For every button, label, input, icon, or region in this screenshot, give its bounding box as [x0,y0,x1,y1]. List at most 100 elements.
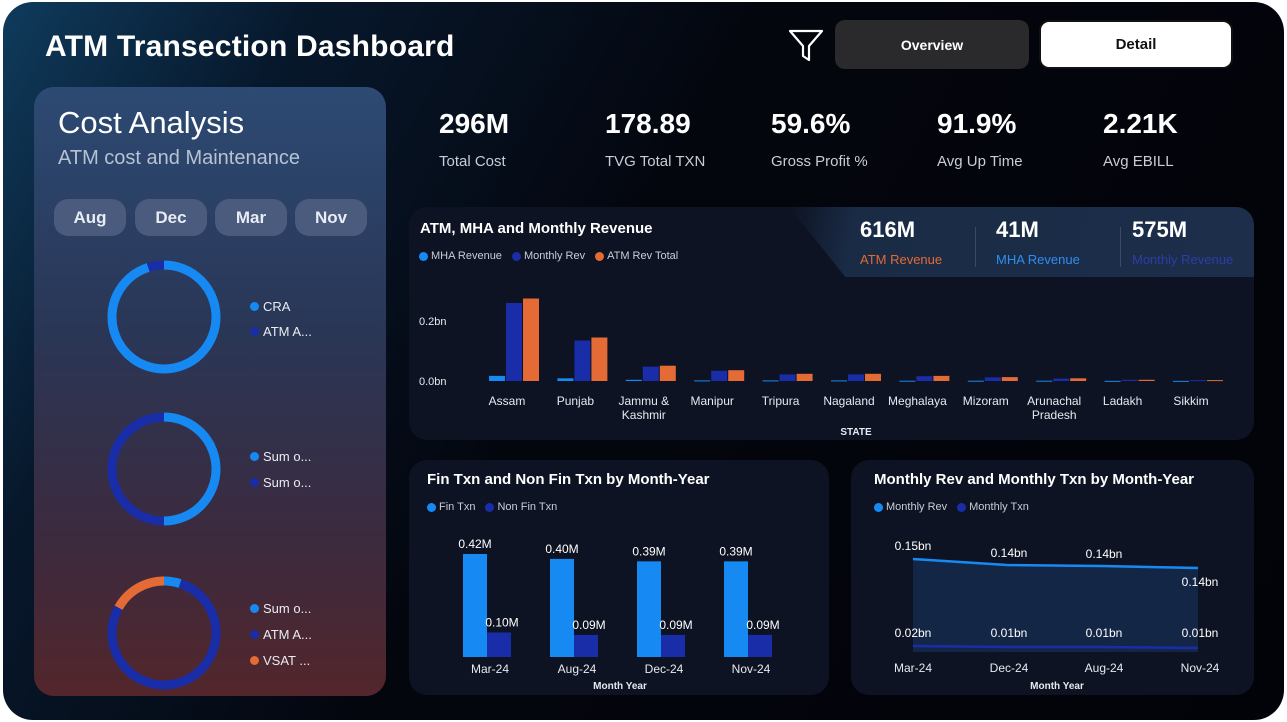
bar [1121,379,1138,381]
bar [574,634,598,657]
filter-icon[interactable] [787,26,825,64]
bar [916,376,933,381]
month-filter-dec[interactable]: Dec [135,199,207,236]
area-fill [913,559,1198,652]
data-label: 0.40M [545,542,578,556]
legend-dot [250,656,259,665]
legend-item: Sum o... [250,475,311,490]
x-tick-label: Kashmir [622,408,666,422]
cost-analysis-panel: Cost Analysis ATM cost and Maintenance A… [34,87,386,696]
bar [591,337,608,381]
bar [642,366,659,381]
data-label: 0.09M [572,618,605,632]
month-filter-mar[interactable]: Mar [215,199,287,236]
bar [1207,380,1223,382]
x-tick-label: Mizoram [963,394,1009,408]
kpi-avg-up-time-label: Avg Up Time [937,153,1023,170]
bar [659,365,676,381]
bar [625,379,642,381]
bar [523,298,539,381]
data-label: 0.14bn [1182,575,1219,589]
data-label: 0.02bn [895,626,932,640]
revenue-panel: ATM, MHA and Monthly Revenue MHA Revenue… [409,207,1254,440]
bar [748,634,772,657]
legend-label: ATM A... [263,627,312,642]
x-tick-label: Dec-24 [990,661,1029,675]
bar [865,373,881,381]
month-filter-nov[interactable]: Nov [295,199,367,236]
bar [637,561,661,657]
donut-chart-vsat[interactable] [104,573,224,693]
data-label: 0.01bn [1086,626,1123,640]
kpi-avg-ebill-value: 2.21K [1103,108,1178,139]
bar [1190,380,1206,382]
legend-item: CRA [250,299,290,314]
dashboard-frame: ATM Transection Dashboard Overview Detai… [3,2,1284,720]
data-label: 0.15bn [895,539,932,553]
bar [1001,377,1018,381]
kpi-avg-up-time-value: 91.9% [937,108,1017,139]
donut-chart-cra[interactable] [104,257,224,377]
bar [463,554,487,657]
data-label: 0.09M [659,618,692,632]
donut-chart-sum[interactable] [104,409,224,529]
data-label: 0.14bn [1086,547,1123,561]
data-label: 0.09M [746,618,779,632]
revenue-bar-chart[interactable]: 0.0bn 0.2bn Assam Punjab Jammu &Kashmir Manip… [409,207,1254,440]
x-tick-label: Punjab [557,394,595,408]
legend-dot [250,478,259,487]
bar [899,380,916,382]
x-tick-label: Tripura [762,394,800,408]
bar [557,378,574,381]
bar [984,377,1001,381]
data-label: 0.14bn [991,546,1028,560]
donut-slice [107,260,221,374]
y-tick-label: 0.0bn [419,376,447,388]
kpi-gross-profit-value: 59.6% [771,108,851,139]
bar [933,375,950,381]
legend-label: ATM A... [263,324,312,339]
x-axis-label: Month Year [593,681,647,692]
page-title: ATM Transection Dashboard [45,30,455,63]
x-tick-label: Meghalaya [888,394,947,408]
monthly-rev-area-chart[interactable]: 0.15bn 0.14bn 0.14bn 0.14bn 0.02bn 0.01bn 0.01… [851,460,1254,695]
bar [694,380,711,382]
x-tick-label: Aug-24 [558,662,597,676]
kpi-gross-profit-label: Gross Profit % [771,153,868,170]
legend-item: VSAT ... [250,653,310,668]
bar [711,370,728,381]
bar [1173,380,1189,382]
bar [489,375,505,381]
bar [848,374,864,381]
fin-txn-panel: Fin Txn and Non Fin Txn by Month-Year Fi… [409,460,829,695]
x-tick-label: Pradesh [1032,408,1077,422]
kpi-tvg-total-txn-value: 178.89 [605,108,691,139]
x-tick-label: Manipur [691,394,734,408]
cost-analysis-title: Cost Analysis [58,105,245,140]
x-tick-label: Mar-24 [471,662,509,676]
x-tick-label: Nagaland [823,394,874,408]
bar [550,558,574,657]
bar [1138,379,1155,381]
cost-analysis-subtitle: ATM cost and Maintenance [58,147,300,169]
x-axis-label: Month Year [1030,681,1084,692]
bar [1053,378,1070,381]
legend-label: Sum o... [263,449,312,464]
legend-dot [250,452,259,461]
month-filter-aug[interactable]: Aug [54,199,126,236]
x-tick-label: Sikkim [1173,394,1208,408]
data-label: 0.01bn [1182,626,1219,640]
bar [831,380,847,382]
legend-dot [250,327,259,336]
legend-dot [250,604,259,613]
x-tick-label: Dec-24 [645,662,684,676]
legend-dot [250,630,259,639]
overview-button[interactable]: Overview [835,20,1029,69]
kpi-total-cost-label: Total Cost [439,153,506,170]
bar [762,380,779,382]
y-tick-label: 0.2bn [419,316,447,328]
detail-button[interactable]: Detail [1039,20,1233,69]
x-tick-label: Nov-24 [732,662,771,676]
x-tick-label: Arunachal [1027,394,1081,408]
fin-txn-bar-chart[interactable]: 0.42M 0.10M Mar-24 0.40M 0.09M Aug-24 0.39M 0.0… [409,460,829,695]
